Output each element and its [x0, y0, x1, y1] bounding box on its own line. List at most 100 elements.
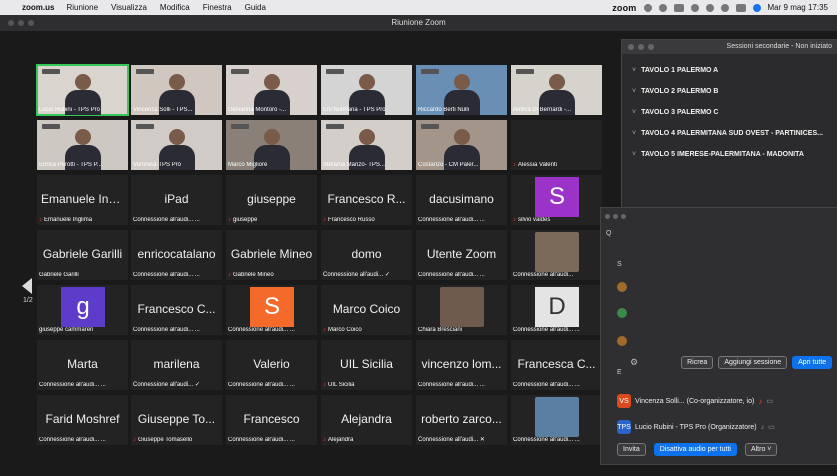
menu-item-visualizza[interactable]: Visualizza — [111, 3, 147, 12]
tile-name-label: Connessione all'audi... ... — [228, 382, 295, 388]
participant-tile[interactable]: Francesca C... Connessione all'audi... ..… — [511, 340, 602, 390]
participant-tile[interactable]: Francesco R... ♪ Francesco Russo — [321, 175, 412, 225]
record-icon[interactable] — [658, 3, 667, 12]
participant-tile[interactable]: Gabriele Garilli Gabriele Garilli — [37, 230, 128, 280]
participant-tile[interactable]: Alejandra ♪ Alejandra — [321, 395, 412, 445]
participant-tile[interactable]: domo Connessione all'audi... ✓ — [321, 230, 412, 280]
participant-tile[interactable]: UIL Sicilia ♪ UIL Sicilia — [321, 340, 412, 390]
video-tile[interactable]: Riccardo Berti Nulli — [416, 65, 507, 115]
invite-button[interactable]: Invita — [617, 443, 646, 456]
participant-tile[interactable]: Emanuele Ing... ♪ Emanuele Inglima — [37, 175, 128, 225]
open-all-button[interactable]: Apri tutte — [792, 356, 833, 369]
add-session-button[interactable]: Aggiungi sessione — [718, 356, 788, 369]
breakout-room-3[interactable]: ˅ TAVOLO 3 PALERMO C — [622, 102, 837, 123]
menu-item-modifica[interactable]: Modifica — [160, 3, 190, 12]
participant-tile[interactable]: dacusimano Connessione all'audi... ... — [416, 175, 507, 225]
participant-tile[interactable]: Farid Moshref Connessione all'audi... ... — [37, 395, 128, 445]
menu-item-finestra[interactable]: Finestra — [203, 3, 232, 12]
video-tile[interactable]: Ambra Di Bernardi -... — [511, 65, 602, 115]
tile-display-name: Francesco C... — [137, 302, 216, 316]
participant-tile[interactable]: Gabriele Mineo ♪ Gabriele Mineo — [226, 230, 317, 280]
participant-tile[interactable]: roberto zarco... Connessione all'audi... … — [416, 395, 507, 445]
photo-tile[interactable]: Connessione all'audi... ... — [511, 395, 602, 445]
video-tile[interactable]: Vincenza Solli - TPS... — [131, 65, 222, 115]
participant-tile[interactable]: vincenzo lom... Connessione all'audi... .… — [416, 340, 507, 390]
zoom-logo[interactable]: zoom — [612, 3, 636, 13]
menu-item-guida[interactable]: Guida — [245, 3, 266, 12]
participant-tile[interactable]: Utente Zoom Connessione all'audi... ... — [416, 230, 507, 280]
participant-head — [75, 74, 91, 90]
traffic-lights[interactable] — [605, 214, 626, 219]
participant-tile[interactable]: giuseppe ♪ giuseppe — [226, 175, 317, 225]
tile-name-label: Connessione all'audi... ... — [513, 382, 580, 388]
mic-icon[interactable]: ♪ — [761, 424, 765, 431]
video-tile[interactable]: Veronica-TPS Pro — [131, 120, 222, 170]
tile-name-label: ♪ Giuseppe Tomasello — [133, 437, 193, 443]
participant-head — [454, 74, 470, 90]
breakout-room-1[interactable]: ˅ TAVOLO 1 PALERMO A — [622, 60, 837, 81]
breakout-room-2[interactable]: ˅ TAVOLO 2 PALERMO B — [622, 81, 837, 102]
tile-name-label: ♪ Marco Coico — [323, 327, 362, 333]
avatar-tile[interactable]: D Connessione all'audi... ... — [511, 285, 602, 335]
tile-name-label: ♪ Alejandra — [323, 437, 354, 443]
photo-tile[interactable]: Connessione all'audi... — [511, 230, 602, 280]
video-tile[interactable]: Marco Migliore — [226, 120, 317, 170]
video-tile[interactable]: Lucio Rubini - TPS Pro — [36, 64, 129, 116]
spotlight-icon[interactable] — [720, 3, 729, 12]
more-button[interactable]: Altro ˅ — [744, 443, 778, 456]
participant-tile[interactable]: Francesco Connessione all'audi... ... — [226, 395, 317, 445]
avatar-tile[interactable]: S Connessione all'audi... ... — [226, 285, 317, 335]
mic-muted-icon: ♪ — [513, 162, 516, 168]
tile-name-label: Veronica-TPS Pro — [133, 162, 182, 168]
participant-tile[interactable]: enricocatalano Connessione all'audi... ..… — [131, 230, 222, 280]
control-center-icon[interactable] — [735, 3, 746, 12]
video-tile[interactable]: Stefania Manzo- TPS... — [321, 120, 412, 170]
battery-icon[interactable] — [673, 3, 684, 12]
video-tile[interactable]: Costanzo - CM Paler... — [416, 120, 507, 170]
sound-icon[interactable] — [690, 3, 699, 12]
prev-page-arrow-icon[interactable] — [22, 278, 32, 294]
participant-tile[interactable]: Giuseppe To... ♪ Giuseppe Tomasello — [131, 395, 222, 445]
video-off-icon[interactable]: ▭ — [766, 397, 773, 405]
tile-display-name: Francesco R... — [327, 192, 406, 206]
search-icon[interactable]: Q — [606, 230, 611, 237]
participant-tile[interactable]: ♪ Alessia Valenti — [511, 120, 602, 170]
photo-tile[interactable]: Chiara Bresciani — [416, 285, 507, 335]
breakout-room-5[interactable]: ˅ TAVOLO 5 IMERESE-PALERMITANA - MADONITA — [622, 144, 837, 165]
menubar-datetime[interactable]: Mar 9 mag 17:35 — [768, 3, 828, 12]
wifi-icon[interactable] — [705, 3, 714, 12]
company-logo — [326, 124, 344, 129]
menu-app-name[interactable]: zoom.us — [22, 3, 54, 12]
participants-panel: Q S ⚙ Ricrea Aggiungi sessione Apri tutt… — [600, 207, 837, 465]
tile-name-label: Connessione all'audi... ✓ — [133, 382, 200, 388]
participant-row[interactable]: VS Vincenza Solli... (Co-organizzatore, … — [617, 394, 773, 408]
tile-name-label: Eni Nurihana - TPS Pro — [323, 107, 386, 113]
tile-name-label: Connessione all'audi... ... — [418, 272, 485, 278]
tile-name-label: Connessione all'audi... ... — [513, 437, 580, 443]
traffic-lights[interactable] — [8, 20, 34, 26]
video-icon[interactable]: ▭ — [768, 423, 775, 431]
video-tile[interactable]: Giovanna Montoro -... — [226, 65, 317, 115]
avatar: TPS — [617, 420, 631, 434]
participant-tile[interactable]: Marta Connessione all'audi... ... — [37, 340, 128, 390]
mic-muted-icon[interactable]: ♪ — [758, 397, 762, 406]
avatar-tile[interactable]: S ♪ silvio valdes — [511, 175, 602, 225]
participant-tile[interactable]: iPad Connessione all'audi... ... — [131, 175, 222, 225]
menu-item-riunione[interactable]: Riunione — [66, 3, 98, 12]
participant-tile[interactable]: Valerio Connessione all'audi... ... — [226, 340, 317, 390]
traffic-lights[interactable] — [628, 44, 654, 50]
participant-tile[interactable]: marilena Connessione all'audi... ✓ — [131, 340, 222, 390]
gear-icon[interactable]: ⚙ — [630, 357, 638, 368]
company-logo — [42, 69, 60, 74]
siri-icon[interactable] — [752, 3, 761, 12]
breakout-room-4[interactable]: ˅ TAVOLO 4 PALERMITANA SUD OVEST - PARTIN… — [622, 123, 837, 144]
video-tile[interactable]: Enrica Perotti - TPS P... — [37, 120, 128, 170]
participant-tile[interactable]: Marco Coico ♪ Marco Coico — [321, 285, 412, 335]
avatar-tile[interactable]: g giuseppe cammareri — [37, 285, 128, 335]
mute-all-button[interactable]: Disattiva audio per tutti — [653, 443, 737, 456]
status-icon[interactable] — [643, 3, 652, 12]
participant-row[interactable]: TPS Lucio Rubini - TPS Pro (Organizzator… — [617, 420, 775, 434]
video-tile[interactable]: Eni Nurihana - TPS Pro — [321, 65, 412, 115]
recreate-button[interactable]: Ricrea — [681, 356, 714, 369]
participant-tile[interactable]: Francesco C... Connessione all'audi... ..… — [131, 285, 222, 335]
